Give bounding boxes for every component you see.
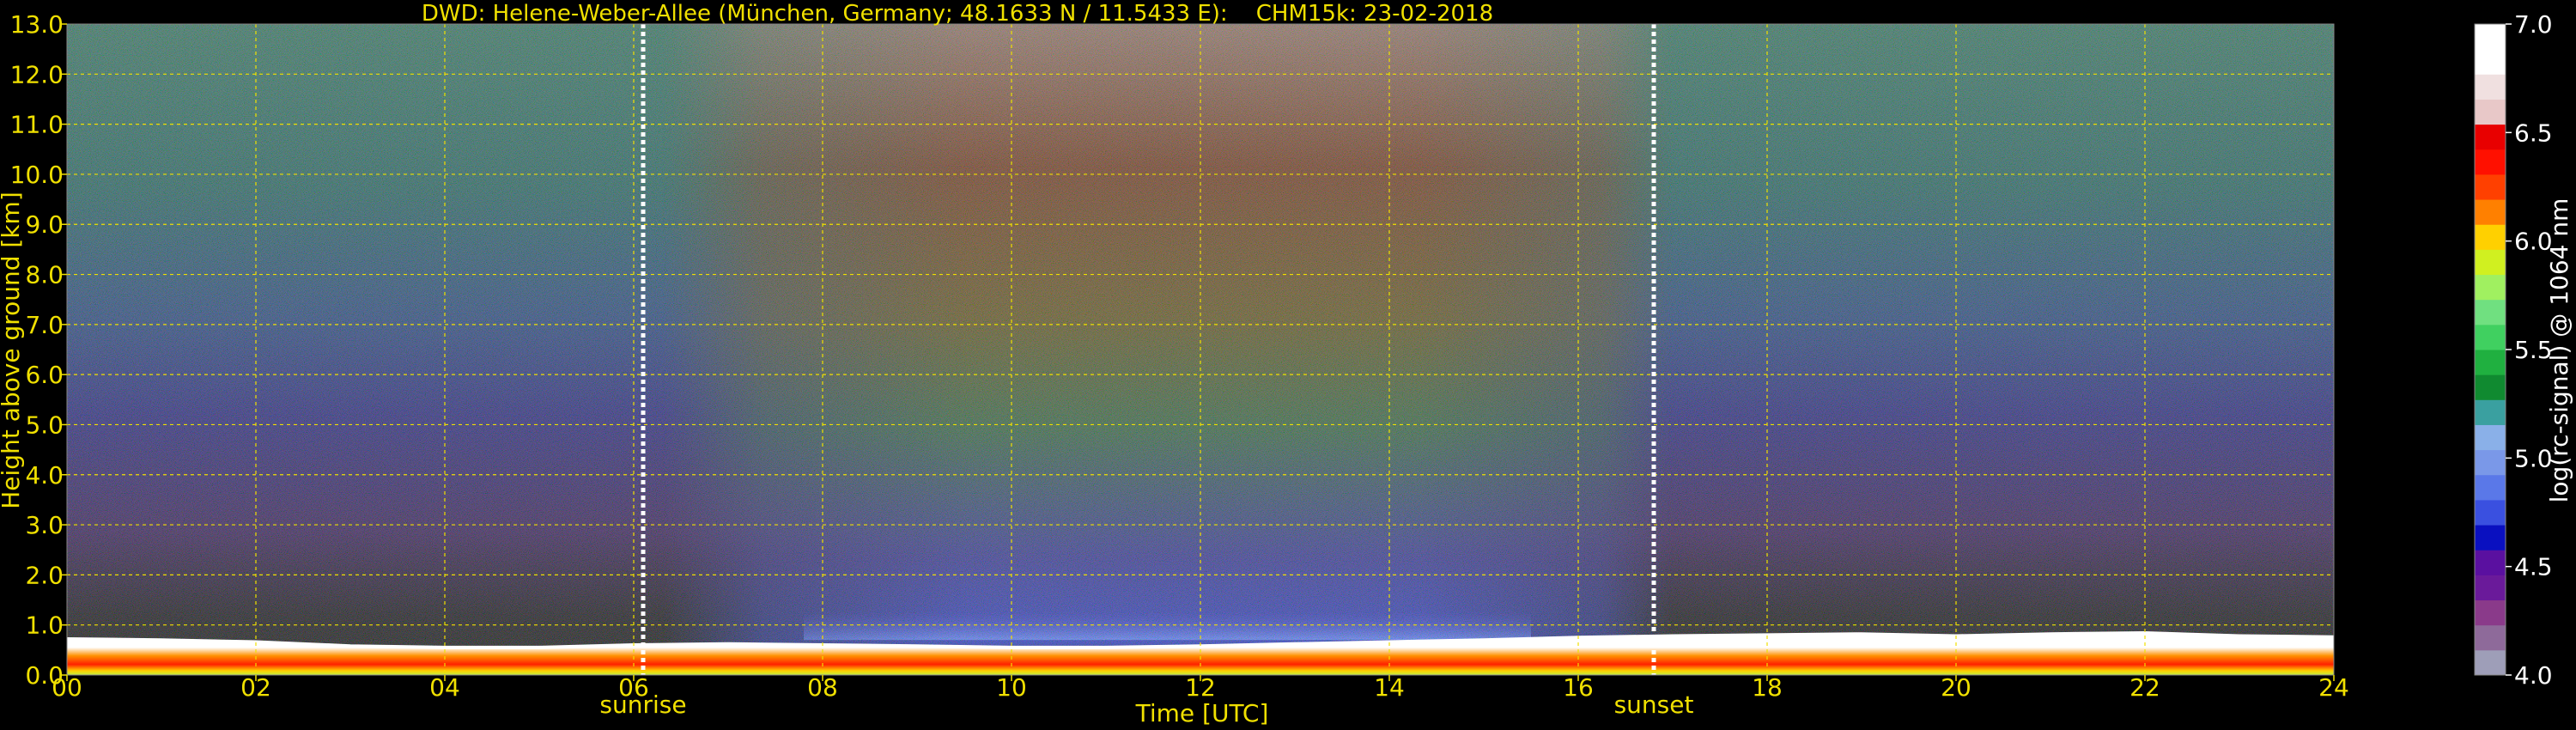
plot-area: sunrise sunset bbox=[66, 23, 2335, 719]
colorbar-swatch bbox=[2475, 350, 2506, 375]
colorbar-swatch bbox=[2475, 299, 2506, 325]
colorbar-swatch bbox=[2475, 474, 2506, 501]
y-tick-label: 10.0 bbox=[10, 161, 64, 189]
y-axis-label: Height above ground [km] bbox=[0, 192, 25, 509]
colorbar-swatch bbox=[2475, 649, 2506, 676]
y-tick-label: 11.0 bbox=[10, 111, 64, 139]
x-tick-label: 24 bbox=[2318, 673, 2349, 702]
x-tick-label: 06 bbox=[618, 673, 649, 702]
colorbar-tick-label: 7.0 bbox=[2514, 10, 2553, 39]
x-tick-label: 14 bbox=[1374, 673, 1405, 702]
x-tick-label: 22 bbox=[2129, 673, 2160, 702]
x-axis: 00 02 04 06 08 10 12 14 16 18 20 22 24 bbox=[52, 673, 2349, 702]
colorbar-swatch bbox=[2475, 224, 2506, 250]
x-tick-label: 12 bbox=[1185, 673, 1216, 702]
colorbar-swatch bbox=[2475, 399, 2506, 425]
chart-title: DWD: Helene-Weber-Allee (München, German… bbox=[422, 1, 1493, 27]
sunset-label: sunset bbox=[1614, 690, 1694, 719]
colorbar-swatch bbox=[2475, 74, 2506, 100]
colorbar-tick-label: 6.5 bbox=[2514, 119, 2553, 147]
y-tick-label: 9.0 bbox=[25, 210, 64, 239]
x-tick-label: 10 bbox=[996, 673, 1027, 702]
colorbar-swatch bbox=[2475, 274, 2506, 301]
colorbar-swatch bbox=[2475, 550, 2506, 575]
x-tick-label: 02 bbox=[240, 673, 271, 702]
x-tick-label: 04 bbox=[429, 673, 460, 702]
colorbar-swatch bbox=[2475, 49, 2506, 75]
colorbar-swatch bbox=[2475, 525, 2506, 551]
colorbar-swatch bbox=[2475, 374, 2506, 400]
colorbar: 4.04.55.05.56.06.57.0 log(rc-signal) @ 1… bbox=[2474, 10, 2573, 690]
x-tick-label: 18 bbox=[1752, 673, 1783, 702]
y-tick-label: 2.0 bbox=[25, 561, 64, 589]
x-tick-label: 16 bbox=[1563, 673, 1594, 702]
colorbar-swatch bbox=[2475, 149, 2506, 175]
colorbar-swatch bbox=[2475, 499, 2506, 526]
colorbar-swatch bbox=[2475, 99, 2506, 125]
y-tick-label: 7.0 bbox=[25, 311, 64, 339]
colorbar-swatch bbox=[2475, 449, 2506, 476]
x-tick-label: 20 bbox=[1941, 673, 1971, 702]
colorbar-label: log(rc-signal) @ 1064 nm bbox=[2545, 198, 2573, 503]
y-tick-label: 0.0 bbox=[25, 661, 64, 690]
y-tick-label: 12.0 bbox=[10, 60, 64, 88]
colorbar-swatch bbox=[2475, 624, 2506, 651]
colorbar-swatch bbox=[2475, 424, 2506, 451]
colorbar-swatch bbox=[2475, 24, 2506, 50]
colorbar-swatch bbox=[2475, 599, 2506, 626]
y-tick-label: 13.0 bbox=[10, 10, 64, 39]
colorbar-swatch bbox=[2475, 173, 2506, 200]
y-tick-label: 6.0 bbox=[25, 361, 64, 389]
y-tick-label: 1.0 bbox=[25, 611, 64, 640]
x-tick-label: 08 bbox=[807, 673, 838, 702]
y-tick-label: 3.0 bbox=[25, 511, 64, 539]
y-tick-label: 5.0 bbox=[25, 411, 64, 439]
x-axis-label: Time [UTC] bbox=[1135, 699, 1269, 727]
colorbar-swatch bbox=[2475, 199, 2506, 225]
colorbar-tick-label: 4.0 bbox=[2514, 661, 2553, 690]
colorbar-swatch bbox=[2475, 324, 2506, 350]
y-tick-label: 8.0 bbox=[25, 261, 64, 289]
colorbar-tick-label: 4.5 bbox=[2514, 553, 2553, 581]
y-tick-label: 4.0 bbox=[25, 461, 64, 490]
colorbar-swatch bbox=[2475, 575, 2506, 601]
colorbar-swatch bbox=[2475, 124, 2506, 150]
colorbar-swatch bbox=[2475, 249, 2506, 276]
ceilometer-figure: sunrise sunset 00 02 04 06 08 10 12 14 16 18 20 22 24… bbox=[0, 1, 2573, 727]
